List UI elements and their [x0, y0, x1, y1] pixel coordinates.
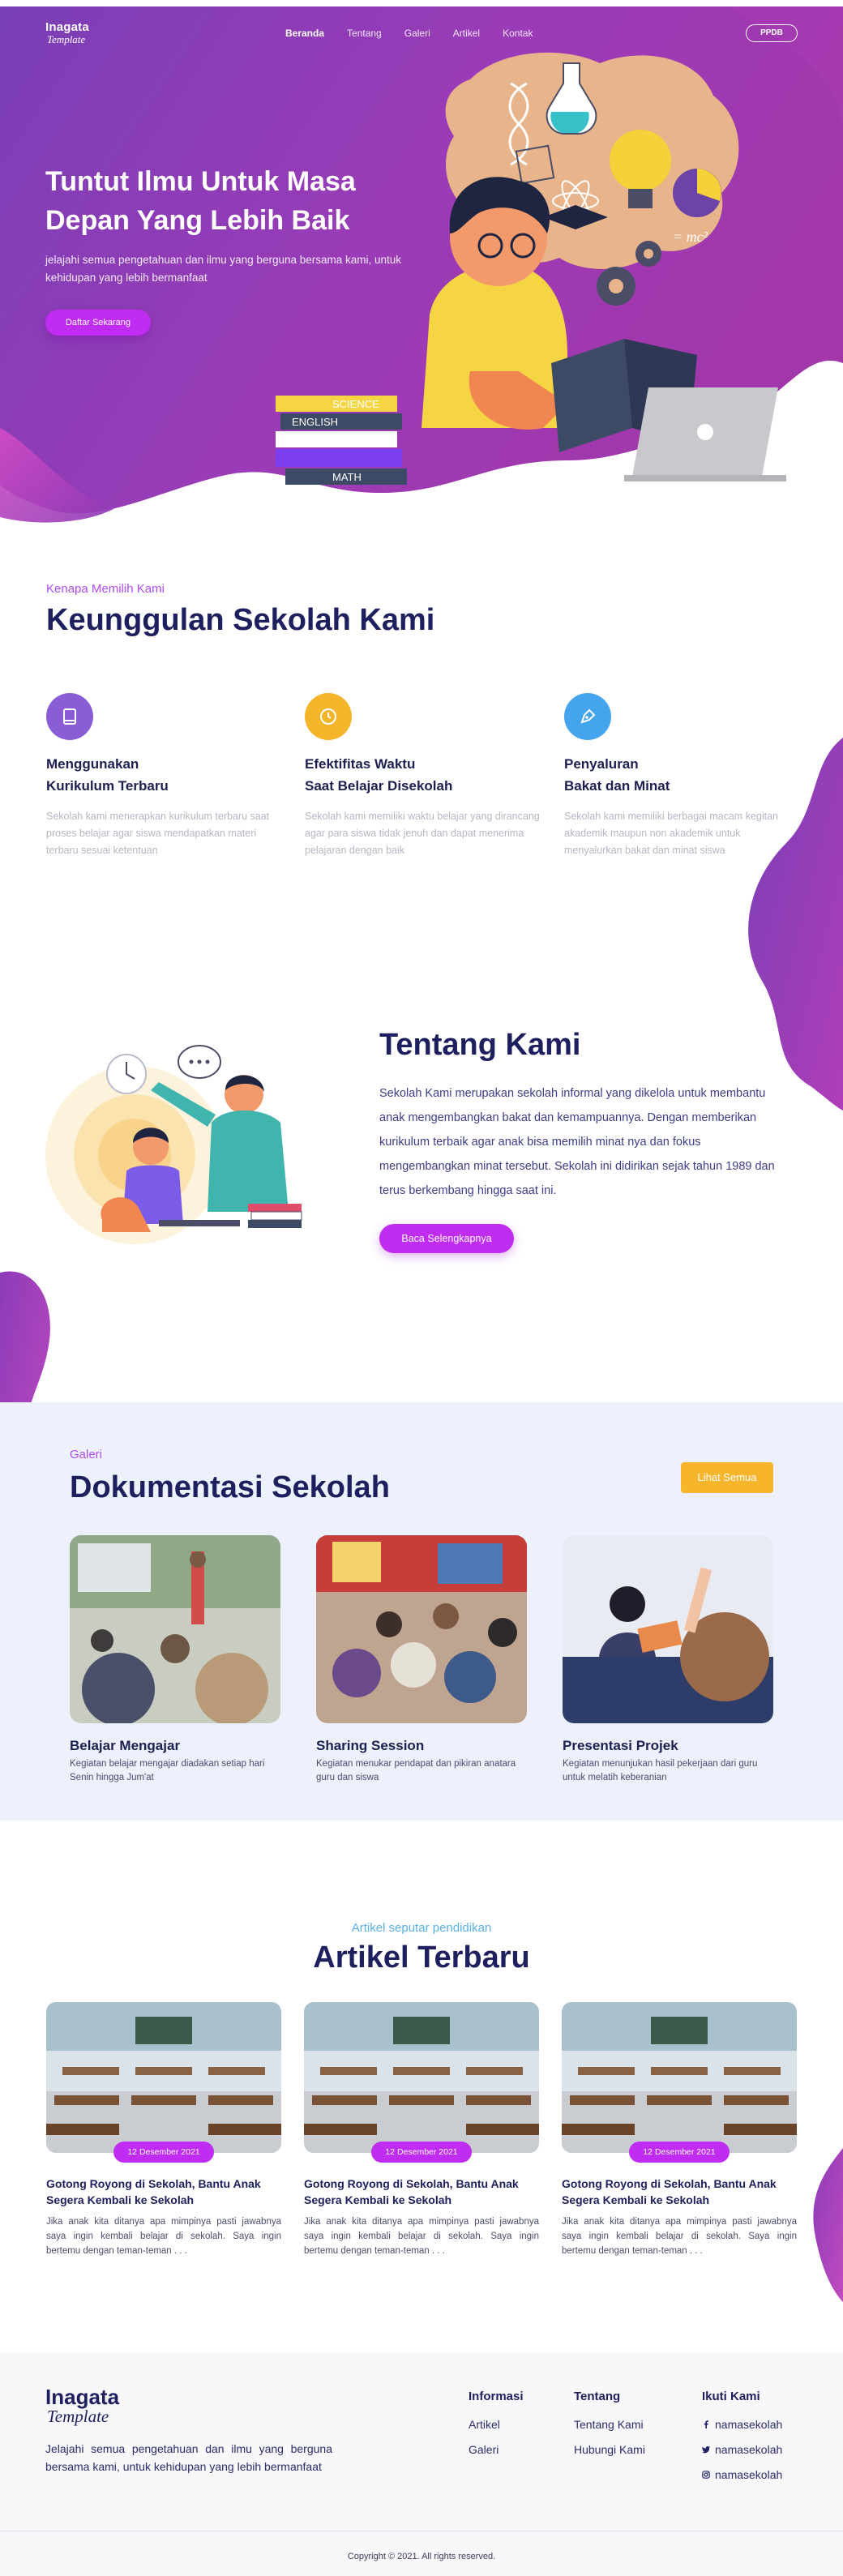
footer-column-tentang: Tentang Tentang Kami Hubungi Kami [574, 2390, 645, 2468]
articles-eyebrow: Artikel seputar pendidikan [351, 1921, 492, 1935]
gallery-card-text: Kegiatan belajar mengajar diadakan setia… [70, 1759, 265, 1782]
gallery-card-text: Kegiatan menunjukan hasil pekerjaan dari… [563, 1759, 758, 1782]
gallery-card-text: Kegiatan menukar pendapat dan pikiran an… [316, 1759, 516, 1782]
footer-link-artikel[interactable]: Artikel [469, 2418, 524, 2431]
articles-title: Artikel Terbaru [313, 1941, 530, 1975]
formula-text: = mc² [673, 229, 708, 245]
feature-title: Efektifitas Waktu Saat Belajar Disekolah [305, 756, 453, 794]
gallery-title: Dokumentasi Sekolah [70, 1470, 390, 1504]
footer-brand-logo[interactable]: Inagata Template [45, 2386, 119, 2425]
article-excerpt: Jika anak kita ditanya apa mimpinya past… [304, 2217, 539, 2256]
article-card[interactable]: 12 Desember 2021 Gotong Royong di Sekola… [304, 2002, 539, 2258]
footer-column-informasi: Informasi Artikel Galeri [469, 2390, 524, 2468]
article-photo [46, 2002, 281, 2153]
gallery-card-title: Belajar Mengajar [70, 1738, 181, 1753]
nav-item-tentang[interactable]: Tentang [347, 28, 382, 39]
feature-card: Efektifitas Waktu Saat Belajar Disekolah … [305, 693, 540, 859]
gallery-card[interactable]: Presentasi Projek Kegiatan menunjukan ha… [563, 1535, 773, 1785]
gallery-card-title: Presentasi Projek [563, 1738, 678, 1753]
social-link-instagram[interactable]: namasekolah [702, 2468, 782, 2481]
gallery-section: Galeri Dokumentasi Sekolah Lihat Semua B… [0, 1402, 843, 1821]
footer-link-hubungi-kami[interactable]: Hubungi Kami [574, 2443, 645, 2456]
gallery-card[interactable]: Belajar Mengajar Kegiatan belajar mengaj… [70, 1535, 280, 1785]
gallery-photo [316, 1535, 527, 1723]
footer-description: Jelajahi semua pengetahuan dan ilmu yang… [45, 2442, 332, 2473]
article-photo [562, 2002, 797, 2153]
book-icon [46, 693, 93, 740]
article-date-badge: 12 Desember 2021 [113, 2142, 214, 2163]
nav-item-kontak[interactable]: Kontak [503, 28, 533, 39]
brand-logo[interactable]: Inagata Template [45, 21, 89, 45]
book-label-math: MATH [332, 471, 362, 483]
hero-illustration: = mc² SCIENCE ENGLISH MATH [276, 52, 786, 485]
hero-section: Inagata Template Beranda Tentang Galeri … [0, 6, 843, 525]
gallery-eyebrow: Galeri [70, 1448, 103, 1461]
footer-link-galeri[interactable]: Galeri [469, 2443, 524, 2456]
instagram-icon [702, 2471, 710, 2479]
nav-item-artikel[interactable]: Artikel [453, 28, 480, 39]
footer-column-title: Informasi [469, 2390, 524, 2403]
article-title[interactable]: Gotong Royong di Sekolah, Bantu Anak Seg… [304, 2176, 539, 2208]
feature-title: Menggunakan Kurikulum Terbaru [46, 756, 169, 794]
article-excerpt: Jika anak kita ditanya apa mimpinya past… [46, 2217, 281, 2256]
book-label-science: SCIENCE [332, 398, 379, 410]
article-date-badge: 12 Desember 2021 [629, 2142, 730, 2163]
top-navbar: Inagata Template Beranda Tentang Galeri … [45, 21, 798, 49]
footer-column-title: Ikuti Kami [702, 2390, 760, 2403]
article-title[interactable]: Gotong Royong di Sekolah, Bantu Anak Seg… [562, 2176, 797, 2208]
footer-link-tentang-kami[interactable]: Tentang Kami [574, 2418, 645, 2431]
footer-brand-name: Inagata [45, 2385, 120, 2409]
why-eyebrow: Kenapa Memilih Kami [46, 582, 165, 596]
copyright-text: Copyright © 2021. All rights reserved. [347, 2552, 496, 2561]
decorative-blob [748, 738, 843, 1110]
feature-text: Sekolah kami memiliki waktu belajar yang… [305, 811, 540, 856]
footer-column-title: Tentang [574, 2390, 621, 2403]
about-title: Tentang Kami [379, 1028, 581, 1062]
ppdb-button[interactable]: PPDB [746, 24, 798, 42]
article-card[interactable]: 12 Desember 2021 Gotong Royong di Sekola… [46, 2002, 281, 2258]
about-illustration [45, 1045, 302, 1244]
footer: Inagata Template Jelajahi semua pengetah… [0, 2352, 843, 2576]
footer-brand-tagline: Template [47, 2407, 109, 2426]
read-more-button[interactable]: Baca Selengkapnya [379, 1224, 514, 1253]
pen-tool-icon [564, 693, 611, 740]
clock-icon [305, 693, 352, 740]
feature-text: Sekolah kami menerapkan kurikulum terbar… [46, 811, 270, 856]
gallery-photo [70, 1535, 280, 1723]
article-date-badge: 12 Desember 2021 [371, 2142, 472, 2163]
article-card[interactable]: 12 Desember 2021 Gotong Royong di Sekola… [562, 2002, 797, 2258]
book-label-english: ENGLISH [292, 416, 338, 428]
why-title: Keunggulan Sekolah Kami [46, 603, 435, 637]
nav-item-beranda[interactable]: Beranda [285, 28, 324, 39]
gallery-photo [563, 1535, 773, 1723]
decorative-blob [813, 2148, 843, 2302]
gallery-card-title: Sharing Session [316, 1738, 425, 1753]
register-now-button[interactable]: Daftar Sekarang [45, 310, 151, 336]
social-link-facebook[interactable]: namasekolah [702, 2418, 782, 2431]
brand-tagline: Template [47, 33, 86, 45]
nav-menu: Beranda Tentang Galeri Artikel Kontak [285, 28, 555, 39]
social-link-twitter[interactable]: namasekolah [702, 2443, 782, 2456]
article-excerpt: Jika anak kita ditanya apa mimpinya past… [562, 2217, 797, 2256]
twitter-icon [702, 2446, 710, 2454]
facebook-icon [704, 2420, 708, 2428]
gallery-card[interactable]: Sharing Session Kegiatan menukar pendapa… [316, 1535, 527, 1785]
article-photo [304, 2002, 539, 2153]
feature-card: Menggunakan Kurikulum Terbaru Sekolah kam… [46, 693, 281, 859]
brand-name: Inagata [45, 20, 89, 34]
article-title[interactable]: Gotong Royong di Sekolah, Bantu Anak Seg… [46, 2176, 281, 2208]
nav-item-galeri[interactable]: Galeri [404, 28, 430, 39]
about-text: Sekolah Kami merupakan sekolah informal … [379, 1087, 775, 1197]
footer-column-social: Ikuti Kami namasekolah namasekolah namas… [702, 2390, 782, 2493]
see-all-button[interactable]: Lihat Semua [681, 1462, 773, 1493]
